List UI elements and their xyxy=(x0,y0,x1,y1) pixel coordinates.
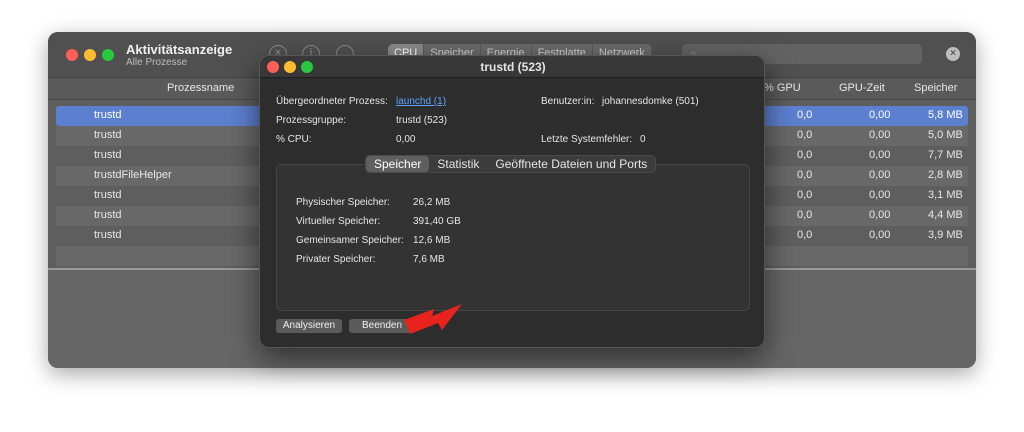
tab-open-files[interactable]: Geöffnete Dateien und Ports xyxy=(487,156,655,172)
memory-panel: Physischer Speicher: 26,2 MB Virtueller … xyxy=(276,164,750,311)
memory-label: Physischer Speicher: xyxy=(296,197,390,208)
row-name: trustd xyxy=(94,189,122,201)
row-name: trustdFileHelper xyxy=(94,169,172,181)
row-memory: 5,0 MB xyxy=(928,129,963,141)
arrow-icon xyxy=(404,304,462,334)
user-value: johannesdomke (501) xyxy=(602,96,699,107)
row-gpu: 0,0 xyxy=(797,149,813,161)
user-label: Benutzer:in: xyxy=(541,96,595,107)
row-gpu-time: 0,00 xyxy=(869,229,891,241)
analyze-button[interactable]: Analysieren xyxy=(276,319,342,333)
row-memory: 3,9 MB xyxy=(928,229,963,241)
column-memory[interactable]: Speicher xyxy=(914,82,957,94)
group-label: Prozessgruppe: xyxy=(276,115,347,126)
memory-value: 12,6 MB xyxy=(413,235,451,246)
row-name: trustd xyxy=(94,149,122,161)
row-memory: 3,1 MB xyxy=(928,189,963,201)
memory-value: 26,2 MB xyxy=(413,197,451,208)
close-icon[interactable] xyxy=(66,49,78,61)
row-memory: 5,8 MB xyxy=(928,109,963,121)
memory-value: 391,40 GB xyxy=(413,216,461,227)
row-name: trustd xyxy=(94,229,122,241)
memory-value: 7,6 MB xyxy=(413,254,445,265)
row-name: trustd xyxy=(94,209,122,221)
row-gpu: 0,0 xyxy=(797,169,813,181)
column-gpu-time[interactable]: GPU-Zeit xyxy=(839,82,885,94)
memory-label: Privater Speicher: xyxy=(296,254,376,265)
process-info-dialog: trustd (523) Übergeordneter Prozess: lau… xyxy=(259,55,765,348)
row-memory: 7,7 MB xyxy=(928,149,963,161)
cpu-label: % CPU: xyxy=(276,134,312,145)
dialog-title: trustd (523) xyxy=(480,60,546,74)
row-gpu-time: 0,00 xyxy=(869,149,891,161)
parent-label: Übergeordneter Prozess: xyxy=(276,96,388,107)
row-gpu-time: 0,00 xyxy=(869,109,891,121)
row-gpu: 0,0 xyxy=(797,129,813,141)
cpu-value: 0,00 xyxy=(396,134,416,145)
clear-icon[interactable]: × xyxy=(946,47,960,61)
row-gpu-time: 0,00 xyxy=(869,169,891,181)
dialog-titlebar: trustd (523) xyxy=(260,56,764,78)
group-value: trustd (523) xyxy=(396,115,448,126)
minimize-icon[interactable] xyxy=(84,49,96,61)
row-gpu-time: 0,00 xyxy=(869,189,891,201)
parent-link[interactable]: launchd (1) xyxy=(396,96,446,107)
memory-label: Virtueller Speicher: xyxy=(296,216,381,227)
row-memory: 2,8 MB xyxy=(928,169,963,181)
column-gpu[interactable]: % GPU xyxy=(764,82,801,94)
row-gpu: 0,0 xyxy=(797,189,813,201)
row-name: trustd xyxy=(94,129,122,141)
app-subtitle: Alle Prozesse xyxy=(126,57,188,68)
tab-statistik[interactable]: Statistik xyxy=(429,156,487,172)
row-memory: 4,4 MB xyxy=(928,209,963,221)
row-gpu: 0,0 xyxy=(797,209,813,221)
error-value: 0 xyxy=(640,134,646,145)
row-gpu: 0,0 xyxy=(797,109,813,121)
dialog-tabs: Speicher Statistik Geöffnete Dateien und… xyxy=(365,155,657,173)
memory-label: Gemeinsamer Speicher: xyxy=(296,235,404,246)
zoom-icon[interactable] xyxy=(102,49,114,61)
tab-speicher[interactable]: Speicher xyxy=(366,156,430,172)
column-process-name[interactable]: Prozessname xyxy=(167,82,234,94)
row-gpu: 0,0 xyxy=(797,229,813,241)
row-gpu-time: 0,00 xyxy=(869,129,891,141)
row-name: trustd xyxy=(94,109,122,121)
row-gpu-time: 0,00 xyxy=(869,209,891,221)
error-label: Letzte Systemfehler: xyxy=(541,134,633,145)
app-title: Aktivitätsanzeige xyxy=(126,42,233,57)
